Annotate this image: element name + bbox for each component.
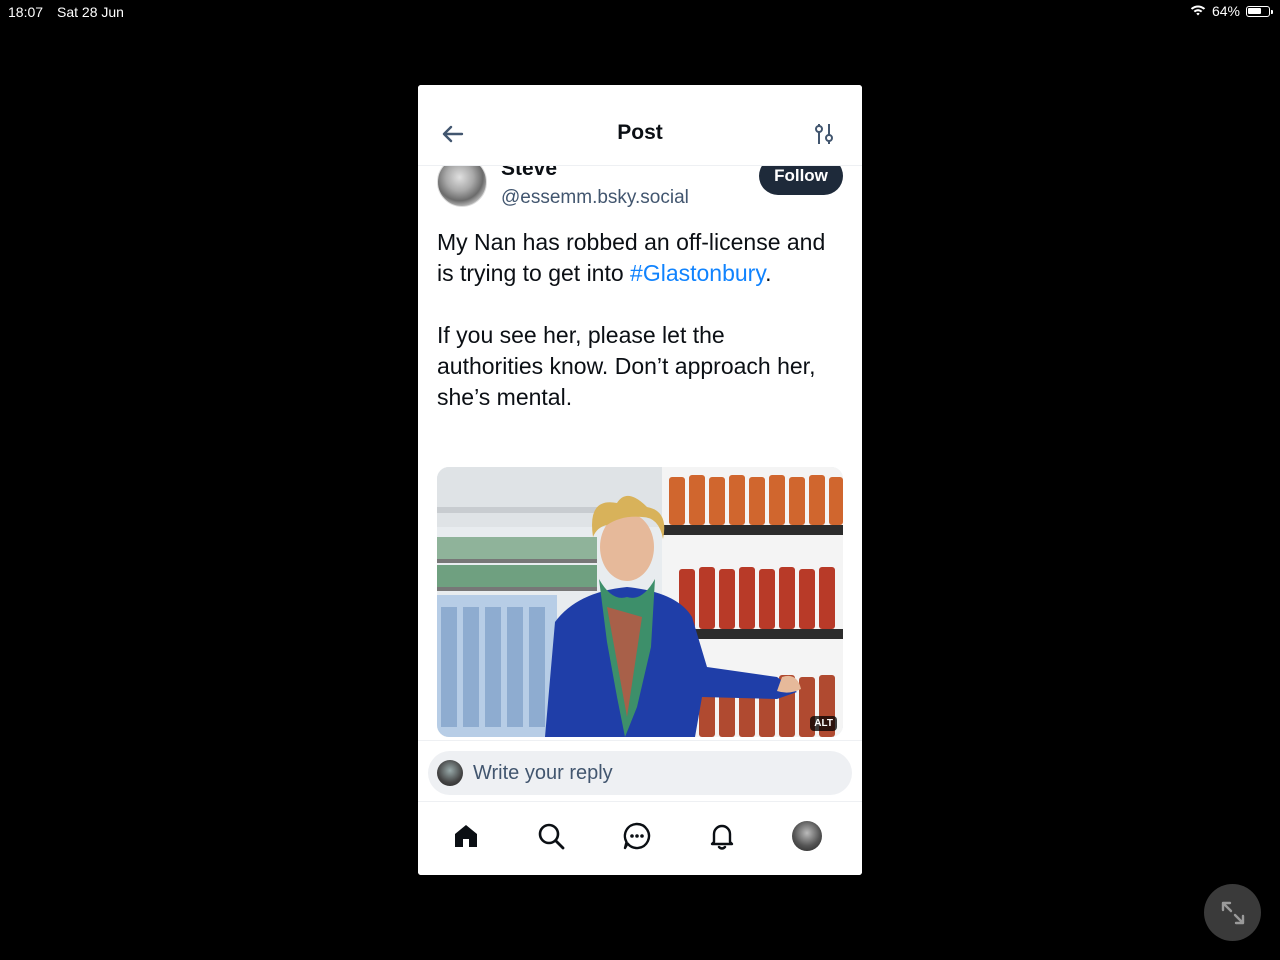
status-time: 18:07 bbox=[8, 4, 44, 20]
tab-home[interactable] bbox=[450, 820, 482, 852]
post-image-illustration bbox=[437, 467, 843, 737]
hashtag-link[interactable]: #Glastonbury bbox=[630, 260, 765, 286]
chat-icon bbox=[623, 822, 651, 850]
status-date: Sat 28 Jun bbox=[57, 4, 124, 20]
status-bar: 18:07 Sat 28 Jun 64% bbox=[0, 0, 1280, 24]
bell-icon bbox=[710, 824, 734, 850]
wifi-icon bbox=[1190, 5, 1206, 16]
expand-button[interactable] bbox=[1204, 884, 1261, 941]
profile-avatar bbox=[792, 821, 822, 851]
post-text: My Nan has robbed an off-license and is … bbox=[437, 227, 837, 413]
search-icon bbox=[538, 823, 565, 850]
post-paragraph-2: If you see her, please let the authoriti… bbox=[437, 322, 816, 410]
app-window: Post Steve @essemm.bsky.social Follow My… bbox=[418, 85, 862, 875]
home-icon bbox=[455, 825, 477, 847]
expand-icon bbox=[1221, 901, 1244, 924]
tab-chat[interactable] bbox=[621, 820, 653, 852]
reply-avatar bbox=[437, 760, 463, 786]
post-content: Steve @essemm.bsky.social Follow My Nan … bbox=[418, 165, 862, 740]
reply-placeholder: Write your reply bbox=[473, 762, 613, 784]
tab-notifications[interactable] bbox=[706, 820, 738, 852]
header: Post bbox=[418, 85, 862, 166]
post-image[interactable]: ALT bbox=[437, 467, 843, 737]
follow-button[interactable]: Follow bbox=[759, 165, 843, 195]
status-right: 64% bbox=[1190, 3, 1273, 19]
alt-badge[interactable]: ALT bbox=[810, 716, 837, 731]
reply-input[interactable]: Write your reply bbox=[428, 751, 852, 795]
author-avatar[interactable] bbox=[437, 165, 487, 207]
battery-percent: 64% bbox=[1211, 3, 1240, 19]
tab-search[interactable] bbox=[535, 820, 567, 852]
tab-profile[interactable] bbox=[791, 820, 823, 852]
page-title: Post bbox=[617, 121, 663, 144]
bottom-tab-bar bbox=[418, 801, 862, 875]
reply-bar: Write your reply bbox=[418, 740, 862, 803]
sliders-icon[interactable] bbox=[812, 121, 836, 147]
author-name[interactable]: Steve bbox=[501, 165, 557, 181]
post-text-part: . bbox=[765, 260, 772, 286]
author-handle[interactable]: @essemm.bsky.social bbox=[501, 187, 689, 209]
post-paragraph-1: My Nan has robbed an off-license and is … bbox=[437, 227, 837, 289]
battery-icon bbox=[1246, 5, 1273, 17]
